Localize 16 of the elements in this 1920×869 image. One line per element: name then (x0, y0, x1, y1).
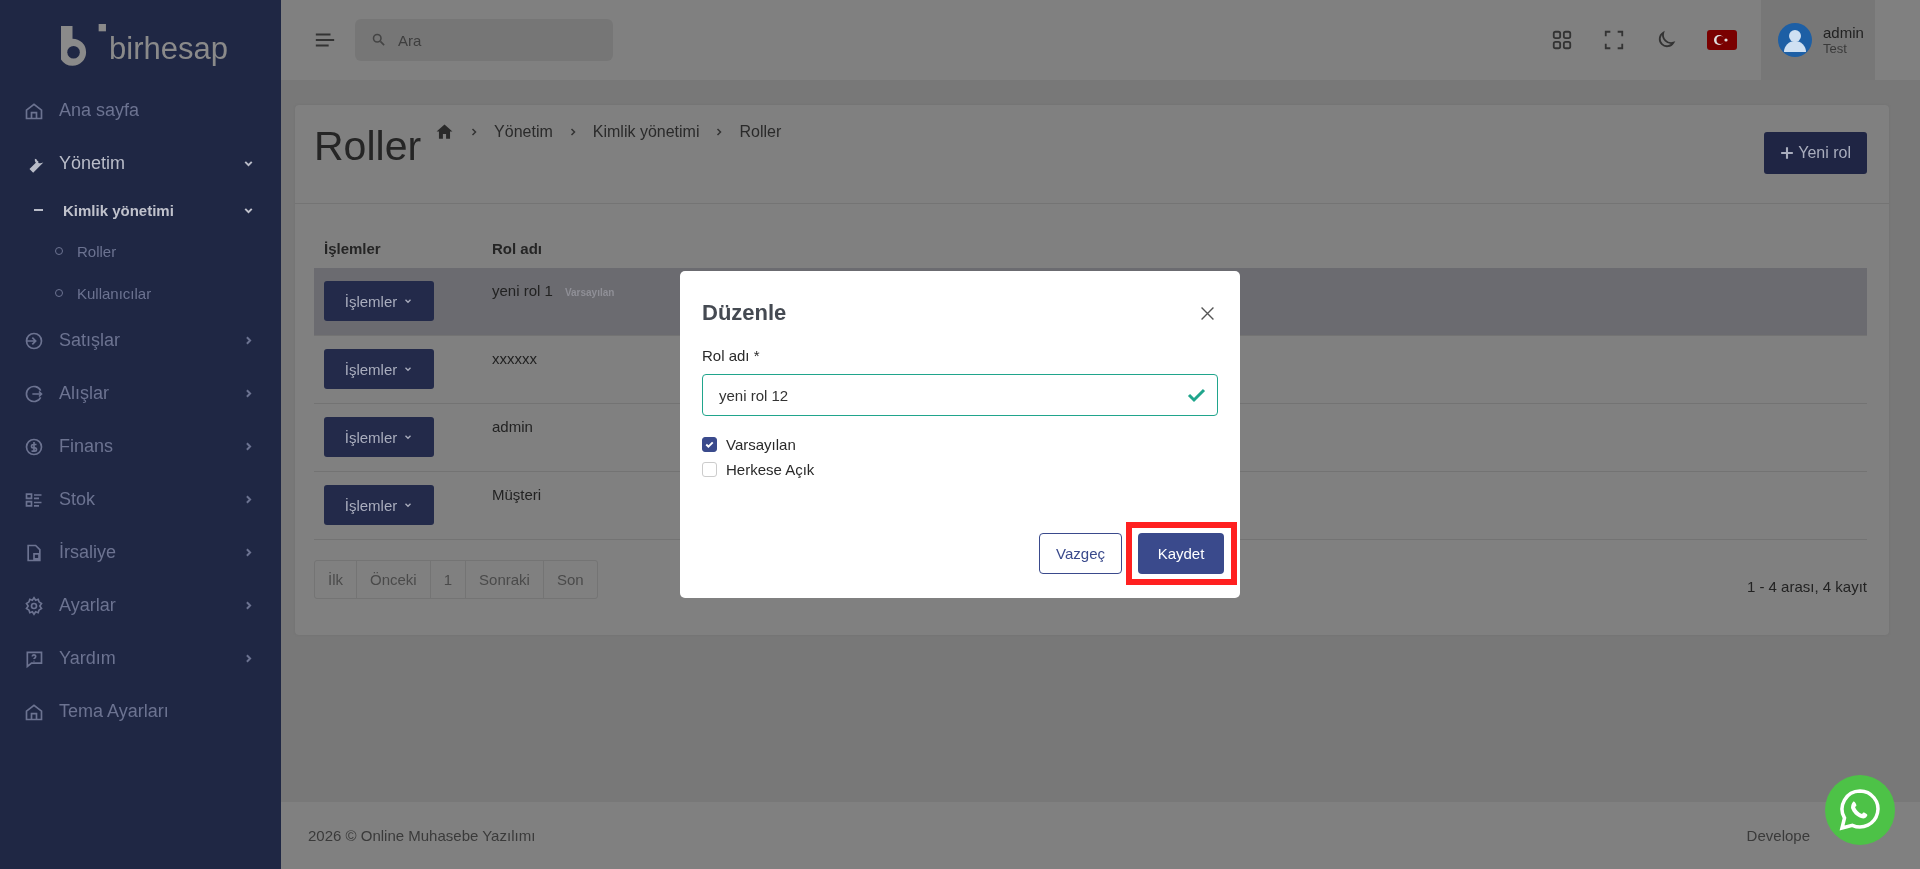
field-label: Rol adı * (702, 347, 761, 364)
table-cell: yeni rol 1 (492, 282, 553, 299)
copyright-text: 2026 © Online Muhasebe Yazılımı (308, 827, 536, 844)
column-header: Rol adı (492, 239, 542, 257)
credit-text: Develope (1746, 827, 1810, 844)
table-cell: xxxxxx (492, 350, 537, 367)
checkbox-label: Varsayılan (726, 436, 796, 453)
table-cell: admin (492, 418, 533, 435)
column-header: İşlemler (323, 239, 382, 257)
table-cell: Müşteri (492, 486, 542, 503)
user-name: admin (1823, 24, 1864, 41)
logo-text: birhesap (109, 33, 228, 68)
user-role: Test (1823, 41, 1848, 56)
record-count: 1 - 4 arası, 4 kayıt (1746, 578, 1867, 595)
dialog-title: Düzenle (702, 300, 787, 326)
page-title: Roller (314, 123, 422, 170)
